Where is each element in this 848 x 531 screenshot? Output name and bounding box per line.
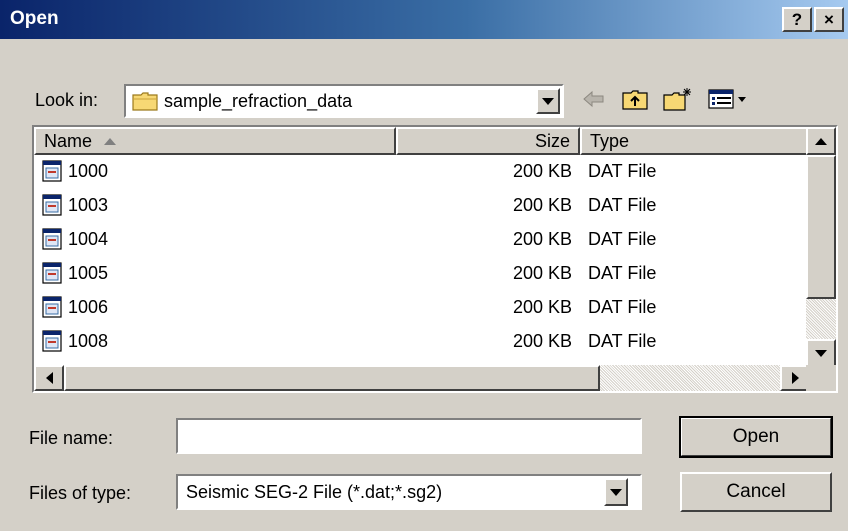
lookin-label: Look in: bbox=[35, 90, 99, 110]
open-button[interactable]: Open bbox=[679, 416, 833, 458]
filename-field[interactable] bbox=[176, 418, 642, 454]
horizontal-scrollbar[interactable] bbox=[34, 365, 810, 391]
arrow-right-icon bbox=[791, 372, 799, 384]
dat-file-icon bbox=[42, 160, 62, 182]
file-size-cell: 200 KB bbox=[512, 297, 572, 317]
scroll-down-button[interactable] bbox=[806, 339, 836, 367]
file-name-cell: 1004 bbox=[68, 229, 109, 249]
up-folder-icon bbox=[622, 90, 648, 110]
close-icon: × bbox=[824, 9, 834, 29]
vertical-scroll-thumb[interactable] bbox=[806, 155, 836, 299]
dat-file-icon bbox=[42, 330, 62, 352]
dat-file-icon bbox=[42, 194, 62, 216]
filename-label: File name: bbox=[29, 428, 114, 448]
window-title: Open bbox=[10, 8, 59, 29]
up-folder-button[interactable] bbox=[618, 84, 652, 114]
column-type-label: Type bbox=[590, 130, 630, 151]
open-button-label: Open bbox=[732, 426, 780, 447]
horizontal-scroll-thumb[interactable] bbox=[64, 365, 600, 391]
dat-file-icon bbox=[42, 228, 62, 250]
file-type-cell: DAT File bbox=[588, 229, 657, 249]
table-row[interactable]: 1006 200 KB DAT File bbox=[34, 291, 804, 325]
table-row[interactable]: 1003 200 KB DAT File bbox=[34, 189, 804, 223]
view-menu-button[interactable] bbox=[706, 84, 750, 114]
view-menu-icon bbox=[708, 89, 746, 109]
arrow-down-icon bbox=[815, 349, 827, 357]
cancel-button[interactable]: Cancel bbox=[680, 472, 832, 512]
table-row[interactable]: 1004 200 KB DAT File bbox=[34, 223, 804, 257]
arrow-up-icon bbox=[815, 137, 827, 145]
file-list[interactable]: Name Size Type 1000 200 KB DAT File 1003 200… bbox=[32, 125, 838, 393]
column-header-name[interactable]: Name bbox=[34, 127, 396, 155]
file-size-cell: 200 KB bbox=[512, 263, 572, 283]
lookin-combo[interactable]: sample_refraction_data bbox=[124, 84, 564, 118]
table-row[interactable]: 1008 200 KB DAT File bbox=[34, 325, 804, 359]
close-button[interactable]: × bbox=[814, 7, 844, 32]
file-type-cell: DAT File bbox=[588, 195, 657, 215]
title-bar[interactable]: Open ? × bbox=[0, 0, 848, 39]
table-row[interactable]: 1005 200 KB DAT File bbox=[34, 257, 804, 291]
new-folder-button[interactable] bbox=[660, 84, 696, 114]
open-dialog: Open ? × Look in: sample_refraction_data bbox=[0, 0, 848, 531]
file-type-cell: DAT File bbox=[588, 331, 657, 351]
filetype-value: Seismic SEG-2 File (*.dat;*.sg2) bbox=[186, 481, 443, 502]
file-type-cell: DAT File bbox=[588, 297, 657, 317]
file-name-cell: 1005 bbox=[68, 263, 109, 283]
folder-icon bbox=[132, 92, 158, 111]
lookin-dropdown-button[interactable] bbox=[536, 88, 560, 114]
help-button[interactable]: ? bbox=[782, 7, 812, 32]
scroll-up-button[interactable] bbox=[806, 127, 836, 155]
file-size-cell: 200 KB bbox=[512, 331, 572, 351]
file-type-cell: DAT File bbox=[588, 263, 657, 283]
cancel-button-label: Cancel bbox=[726, 481, 786, 502]
back-icon bbox=[583, 90, 604, 108]
dat-file-icon bbox=[42, 296, 62, 318]
lookin-folder-text: sample_refraction_data bbox=[164, 90, 353, 111]
file-size-cell: 200 KB bbox=[512, 195, 572, 215]
column-name-label: Name bbox=[44, 130, 93, 151]
help-icon: ? bbox=[791, 9, 803, 29]
file-name-cell: 1006 bbox=[68, 297, 109, 317]
column-header-type[interactable]: Type bbox=[580, 127, 810, 155]
dat-file-icon bbox=[42, 262, 62, 284]
column-header-size[interactable]: Size bbox=[396, 127, 580, 155]
scroll-left-button[interactable] bbox=[34, 365, 64, 391]
table-row[interactable]: 1000 200 KB DAT File bbox=[34, 155, 804, 189]
chevron-down-icon bbox=[542, 97, 554, 105]
file-name-cell: 1003 bbox=[68, 195, 109, 215]
column-size-label: Size bbox=[534, 130, 570, 151]
filetype-label: Files of type: bbox=[29, 483, 132, 503]
filetype-combo[interactable]: Seismic SEG-2 File (*.dat;*.sg2) bbox=[176, 474, 642, 510]
file-name-cell: 1008 bbox=[68, 331, 109, 351]
vertical-scrollbar[interactable] bbox=[806, 127, 836, 367]
arrow-left-icon bbox=[45, 372, 53, 384]
back-button[interactable] bbox=[578, 84, 610, 114]
file-name-cell: 1000 bbox=[68, 161, 109, 181]
new-folder-icon bbox=[663, 88, 691, 111]
file-size-cell: 200 KB bbox=[512, 229, 572, 249]
chevron-down-icon bbox=[610, 488, 622, 496]
sort-ascending-icon bbox=[104, 137, 117, 145]
file-size-cell: 200 KB bbox=[512, 161, 572, 181]
file-type-cell: DAT File bbox=[588, 161, 657, 181]
filetype-dropdown-button[interactable] bbox=[604, 478, 628, 506]
scroll-corner bbox=[806, 365, 836, 391]
